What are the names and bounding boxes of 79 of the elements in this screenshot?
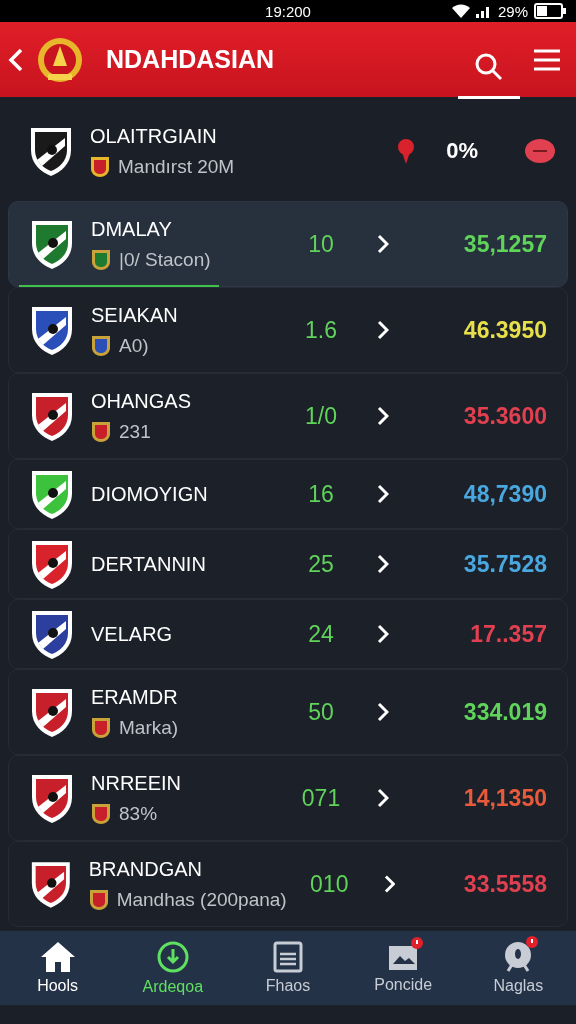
nav-tab[interactable]: Fhaos <box>237 940 338 996</box>
score-value: 10 <box>307 230 335 258</box>
score-value: 16 <box>307 480 335 508</box>
score-value: 1.6 <box>304 316 338 344</box>
home-icon <box>39 941 76 973</box>
chevron-icon <box>377 554 389 574</box>
team-row[interactable]: DERTANNIN 25 35.7528 <box>8 529 568 599</box>
nav-tab[interactable]: Naglas <box>468 940 569 996</box>
chevron-icon <box>377 624 389 644</box>
team-name: DERTANNIN <box>91 552 207 576</box>
chevron-icon <box>383 874 396 894</box>
odds-value: 14,1350 <box>462 784 547 812</box>
app-title: NDAHDASIAN <box>106 45 276 74</box>
team-row[interactable]: SEIAKAN A0) 1.6 46.3950 <box>8 287 568 373</box>
signal-icon <box>475 4 492 18</box>
badge-icon <box>91 334 111 357</box>
team-row[interactable]: ERAMDR Marka) 50 334.019 <box>8 669 568 755</box>
team-name: DMALAY <box>91 217 173 241</box>
odds-value: 48,7390 <box>462 480 547 508</box>
score-value: 50 <box>307 698 335 726</box>
badge-icon <box>91 802 111 825</box>
team-name: NRREEIN <box>91 771 182 795</box>
battery-percent: 29% <box>497 2 528 20</box>
chevron-icon <box>377 320 389 340</box>
badge-icon <box>91 248 111 271</box>
battery-icon <box>534 3 566 19</box>
badge-icon <box>90 155 110 178</box>
download-circle-icon <box>155 940 190 974</box>
badge-icon <box>91 420 111 443</box>
team-name: DIOMOYIGN <box>91 482 209 506</box>
team-subtitle: A0) <box>119 334 149 357</box>
team-subtitle: Marka) <box>119 716 179 739</box>
odds-value: 35,1257 <box>462 230 547 258</box>
team-row[interactable]: BRANDGAN Mandhas (200pana) 010 33.5558 <box>8 841 568 927</box>
menu-icon <box>532 47 562 72</box>
team-name: OLAITRGIAIN <box>90 124 218 148</box>
team-name: SEIAKAN <box>91 303 179 327</box>
team-row[interactable]: DMALAY |0/ Stacon) 10 35,1257 <box>8 201 568 287</box>
chevron-icon <box>377 234 389 254</box>
location-pin-icon <box>396 138 417 164</box>
chevron-icon <box>377 484 389 504</box>
nav-tab[interactable]: Hools <box>7 940 108 996</box>
team-subtitle: Mandırst 20M <box>118 155 235 178</box>
team-row[interactable]: VELARG 24 17..357 <box>8 599 568 669</box>
score-value: 071 <box>300 784 342 812</box>
odds-value: 35.3600 <box>462 402 547 430</box>
team-name: BRANDGAN <box>88 857 203 881</box>
odds-value: 33.5558 <box>462 870 547 898</box>
nav-tab[interactable]: Poncide <box>353 941 454 995</box>
back-icon <box>8 46 24 73</box>
nav-tab[interactable]: Ardeqoa <box>122 939 223 997</box>
search-icon <box>474 52 504 82</box>
wifi-icon <box>451 4 470 18</box>
score-value: 1/0 <box>304 402 338 430</box>
team-subtitle: 231 <box>119 420 151 443</box>
odds-value: 17..357 <box>469 620 547 648</box>
team-name: VELARG <box>91 622 174 646</box>
chevron-icon <box>377 406 389 426</box>
percent-value: 0% <box>446 138 478 164</box>
odds-value: 46.3950 <box>462 316 547 344</box>
team-row[interactable]: NRREEIN 83% 071 14,1350 <box>8 755 568 841</box>
chevron-icon <box>377 702 389 722</box>
badge-icon <box>91 716 111 739</box>
odds-value: 334.019 <box>462 698 547 726</box>
team-subtitle: |0/ Stacon) <box>119 248 211 271</box>
score-value: 24 <box>307 620 335 648</box>
chevron-icon <box>377 788 389 808</box>
score-value: 25 <box>307 550 335 578</box>
badge-icon <box>88 888 109 911</box>
team-row[interactable]: OHANGAS 231 1/0 35.3600 <box>8 373 568 459</box>
team-row[interactable]: DIOMOYIGN 16 48,7390 <box>8 459 568 529</box>
clock-time: 19:200 <box>265 2 311 20</box>
team-name: ERAMDR <box>91 685 179 709</box>
team-subtitle: 83% <box>119 802 158 825</box>
newspaper-icon <box>272 941 303 973</box>
team-name: OHANGAS <box>91 389 193 413</box>
odds-value: 35.7528 <box>462 550 547 578</box>
score-value: 010 <box>309 870 350 898</box>
team-subtitle: Mandhas (200pana) <box>116 888 287 911</box>
